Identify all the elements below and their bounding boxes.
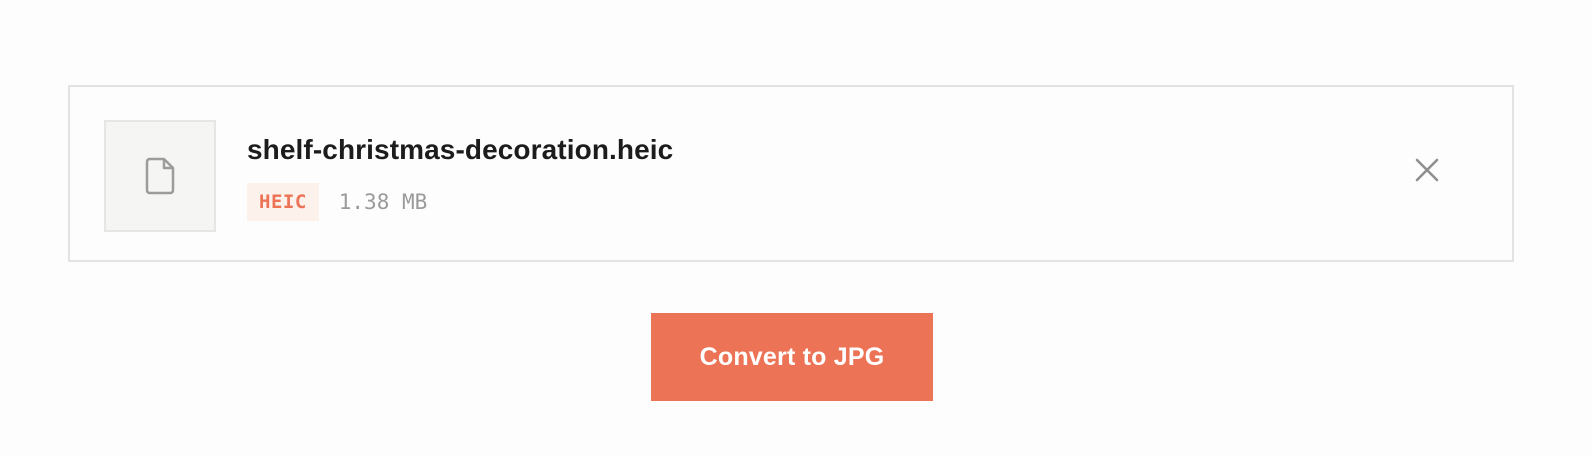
document-icon [144,157,176,195]
file-size: 1.38 MB [338,190,428,214]
file-name: shelf-christmas-decoration.heic [247,134,674,165]
convert-button[interactable]: Convert to JPG [651,313,933,401]
file-meta: HEIC 1.38 MB [247,183,427,221]
close-icon [1414,157,1440,188]
file-thumbnail [104,120,216,232]
remove-file-button[interactable] [1402,147,1452,197]
converter-page: shelf-christmas-decoration.heic HEIC 1.3… [0,0,1592,456]
file-type-badge: HEIC [247,183,319,221]
file-card: shelf-christmas-decoration.heic HEIC 1.3… [68,85,1514,262]
